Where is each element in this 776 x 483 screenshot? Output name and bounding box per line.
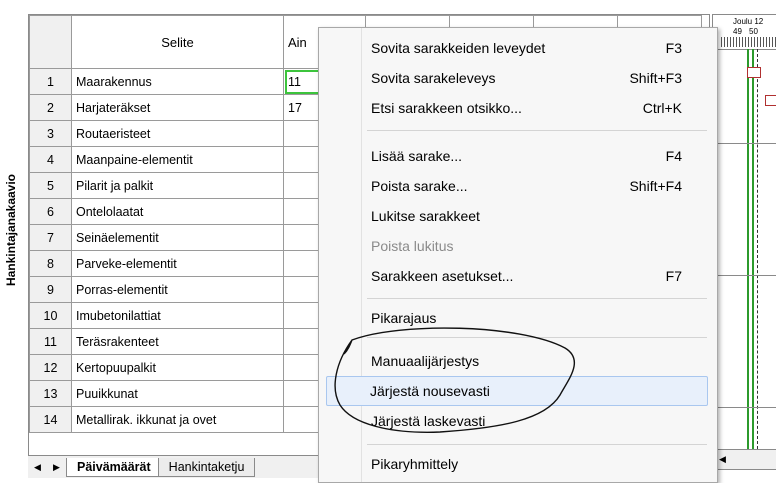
tab-navigation: ◀ ▶	[28, 462, 66, 473]
side-label-text: Hankintajanakaavio	[4, 173, 18, 287]
menu-item-sort-descending[interactable]: Järjestä laskevasti	[320, 406, 716, 436]
menu-item-fit-column-width[interactable]: Sovita sarakeleveys Shift+F3	[320, 63, 716, 93]
gantt-week-label: 50	[749, 27, 758, 36]
gantt-task-marker[interactable]	[747, 67, 761, 78]
description-cell[interactable]: Seinäelementit	[71, 224, 284, 251]
menu-item-label: Poista sarake...	[371, 178, 468, 194]
description-cell[interactable]: Harjateräkset	[71, 94, 284, 121]
menu-item-label: Sovita sarakeleveys	[371, 70, 496, 86]
menu-item-quick-grouping[interactable]: Pikaryhmittely	[320, 449, 716, 479]
description-cell[interactable]: Imubetonilattiat	[71, 302, 284, 329]
menu-separator	[367, 298, 707, 299]
menu-item-quick-filter[interactable]: Pikarajaus	[320, 303, 716, 333]
description-cell[interactable]: Routaeristeet	[71, 120, 284, 147]
tab-prev-icon[interactable]: ◀	[34, 462, 41, 473]
gantt-task-marker[interactable]	[765, 95, 776, 106]
menu-item-shortcut: F7	[665, 268, 682, 284]
row-number[interactable]: 6	[29, 198, 72, 225]
row-number-header[interactable]	[29, 15, 72, 69]
description-cell[interactable]: Maanpaine-elementit	[71, 146, 284, 173]
row-number[interactable]: 10	[29, 302, 72, 329]
sheet-tab-bar: ◀ ▶ Päivämäärät Hankintaketju	[28, 455, 328, 478]
row-number[interactable]: 2	[29, 94, 72, 121]
row-number[interactable]: 1	[29, 68, 72, 95]
tab-next-icon[interactable]: ▶	[53, 462, 60, 473]
menu-item-label: Poista lukitus	[371, 238, 454, 254]
gantt-divider	[713, 407, 776, 408]
row-number[interactable]: 7	[29, 224, 72, 251]
gantt-chart-pane[interactable]: Joulu 12 49 50 ◀	[712, 14, 776, 470]
menu-item-unlock: Poista lukitus	[320, 231, 716, 261]
row-number[interactable]: 5	[29, 172, 72, 199]
menu-item-label: Sovita sarakkeiden leveydet	[371, 40, 546, 56]
menu-item-fit-columns[interactable]: Sovita sarakkeiden leveydet F3	[320, 33, 716, 63]
menu-item-find-column-header[interactable]: Etsi sarakkeen otsikko... Ctrl+K	[320, 93, 716, 123]
gantt-timeline-header: Joulu 12 49 50	[713, 15, 776, 50]
gantt-divider	[713, 143, 776, 144]
row-number[interactable]: 8	[29, 250, 72, 277]
description-cell[interactable]: Teräsrakenteet	[71, 328, 284, 355]
gantt-horizontal-scrollbar[interactable]: ◀	[713, 449, 776, 469]
menu-item-sort-ascending[interactable]: Järjestä nousevasti	[326, 376, 708, 406]
menu-item-shortcut: F4	[665, 148, 682, 164]
menu-item-shortcut: Shift+F3	[629, 70, 682, 86]
menu-item-shortcut: Shift+F4	[629, 178, 682, 194]
menu-item-lock-columns[interactable]: Lukitse sarakkeet	[320, 201, 716, 231]
gantt-month-label: Joulu 12	[733, 17, 764, 26]
row-number[interactable]: 12	[29, 354, 72, 381]
menu-item-shortcut: F3	[665, 40, 682, 56]
tab-paivamaarat[interactable]: Päivämäärät	[66, 457, 162, 477]
menu-item-label: Pikaryhmittely	[371, 456, 459, 472]
description-cell[interactable]: Maarakennus	[71, 68, 284, 95]
menu-item-remove-column[interactable]: Poista sarake... Shift+F4	[320, 171, 716, 201]
gantt-today-line	[747, 49, 749, 449]
menu-item-manual-order[interactable]: Manuaalijärjestys	[320, 346, 716, 376]
gantt-divider	[713, 275, 776, 276]
column-header-selite[interactable]: Selite	[71, 15, 284, 69]
description-cell[interactable]: Metallirak. ikkunat ja ovet	[71, 406, 284, 433]
menu-item-shortcut: Ctrl+K	[642, 100, 682, 116]
description-cell[interactable]: Ontelolaatat	[71, 198, 284, 225]
tab-hankintaketju[interactable]: Hankintaketju	[157, 457, 256, 477]
row-number[interactable]: 4	[29, 146, 72, 173]
menu-separator	[367, 337, 707, 338]
row-number[interactable]: 11	[29, 328, 72, 355]
menu-item-label: Lukitse sarakkeet	[371, 208, 480, 224]
scroll-left-icon[interactable]: ◀	[719, 454, 726, 465]
gantt-today-line	[752, 49, 754, 449]
menu-item-label: Sarakkeen asetukset...	[371, 268, 514, 284]
description-cell[interactable]: Kertopuupalkit	[71, 354, 284, 381]
row-number[interactable]: 3	[29, 120, 72, 147]
menu-item-add-column[interactable]: Lisää sarake... F4	[320, 141, 716, 171]
column-context-menu: Sovita sarakkeiden leveydet F3 Sovita sar…	[318, 27, 718, 483]
menu-separator	[367, 130, 707, 131]
menu-item-label: Järjestä laskevasti	[371, 413, 486, 429]
row-number[interactable]: 13	[29, 380, 72, 407]
side-vertical-label: Hankintajanakaavio	[0, 10, 22, 450]
gantt-week-label: 49	[733, 27, 742, 36]
description-cell[interactable]: Puuikkunat	[71, 380, 284, 407]
menu-item-column-settings[interactable]: Sarakkeen asetukset... F7	[320, 261, 716, 291]
gantt-day-ticks	[721, 37, 776, 47]
row-number[interactable]: 14	[29, 406, 72, 433]
menu-item-label: Pikarajaus	[371, 310, 437, 326]
menu-item-label: Etsi sarakkeen otsikko...	[371, 100, 522, 116]
menu-item-label: Lisää sarake...	[371, 148, 463, 164]
description-cell[interactable]: Parveke-elementit	[71, 250, 284, 277]
gantt-dashed-line	[757, 49, 758, 449]
row-number[interactable]: 9	[29, 276, 72, 303]
menu-item-label: Manuaalijärjestys	[371, 353, 480, 369]
description-cell[interactable]: Pilarit ja palkit	[71, 172, 284, 199]
menu-item-label: Järjestä nousevasti	[370, 383, 490, 399]
description-cell[interactable]: Porras-elementit	[71, 276, 284, 303]
menu-separator	[367, 444, 707, 445]
